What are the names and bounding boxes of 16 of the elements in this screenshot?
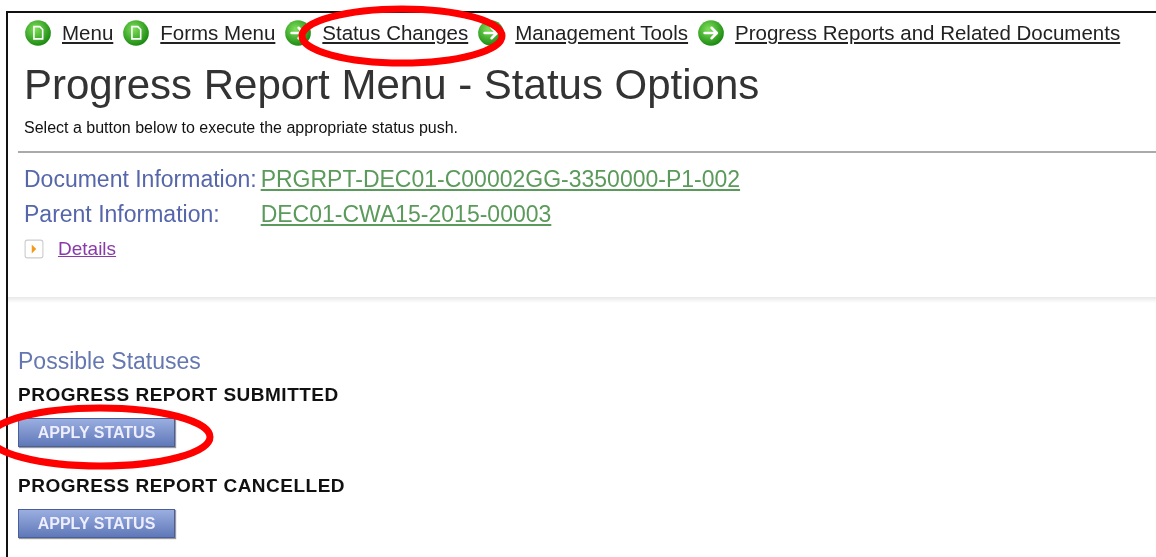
page-icon [122, 19, 151, 47]
section-heading: Possible Statuses [18, 347, 202, 375]
breadcrumb-link[interactable]: Status Changes [322, 21, 469, 45]
expand-icon[interactable] [24, 239, 44, 259]
breadcrumb-link[interactable]: Menu [62, 21, 114, 45]
instructions-text: Select a button below to execute the appropriate status push. [24, 118, 460, 138]
breadcrumb-link[interactable]: Forms Menu [160, 21, 276, 45]
status-name: PROGRESS REPORT SUBMITTED [18, 384, 340, 406]
breadcrumb-link[interactable]: Management Tools [515, 21, 689, 45]
page-title: Progress Report Menu - Status Options [24, 61, 761, 109]
details-link[interactable]: Details [58, 238, 117, 260]
info-label: Parent Information: [24, 200, 221, 229]
page-icon [24, 19, 52, 47]
status-name: PROGRESS REPORT CANCELLED [18, 475, 347, 497]
info-label: Document Information: [24, 165, 257, 194]
breadcrumb-link[interactable]: Progress Reports and Related Documents [735, 21, 1121, 45]
